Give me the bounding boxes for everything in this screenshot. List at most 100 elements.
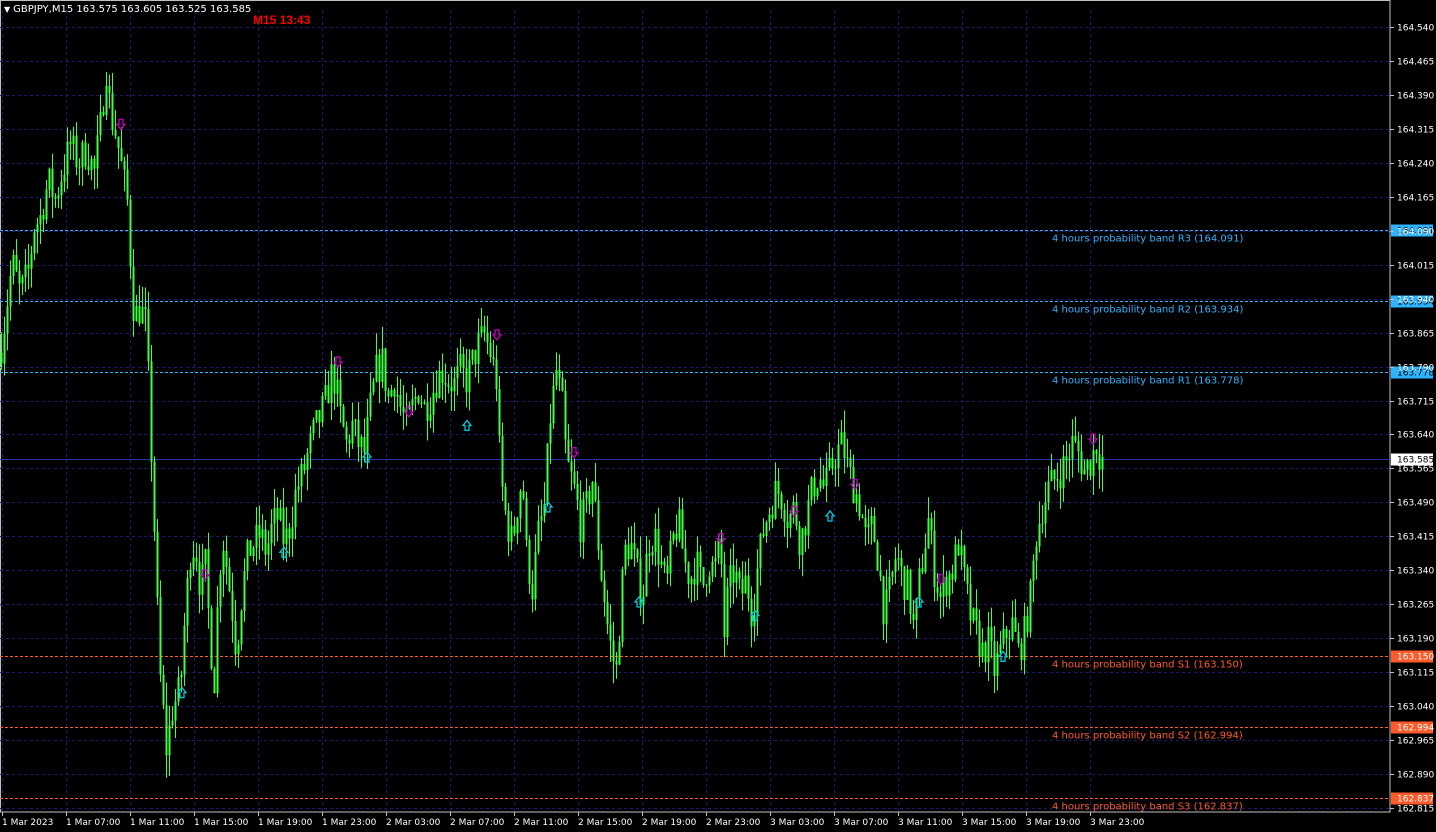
candle-body bbox=[564, 390, 567, 440]
candle-body bbox=[579, 499, 582, 543]
candle-body bbox=[15, 254, 18, 271]
time-tick-label: 3 Mar 03:00 bbox=[770, 818, 825, 828]
candle-body bbox=[435, 392, 438, 398]
price-chart[interactable]: 4 hours probability band R3 (164.091) 164… bbox=[0, 0, 1436, 832]
candle-body bbox=[1047, 481, 1050, 503]
candle-body bbox=[615, 661, 618, 665]
candle-body bbox=[351, 420, 354, 444]
candle-body bbox=[1035, 546, 1038, 561]
candle-body bbox=[348, 439, 351, 444]
candle-body bbox=[666, 565, 669, 574]
candle-body bbox=[93, 158, 96, 169]
price-axis: 164.540 164.465 164.390 164.315 164.240 164.1… bbox=[1390, 24, 1434, 815]
candle-body bbox=[759, 534, 762, 569]
candle-body bbox=[279, 507, 282, 520]
symbol-header: ▼ GBPJPY,M15 163.575 163.605 163.525 163.… bbox=[4, 4, 251, 15]
candle-body bbox=[45, 189, 48, 220]
probability-band-label: 4 hours probability band S1 (163.150) bbox=[1052, 660, 1243, 671]
candle-body bbox=[273, 508, 276, 524]
time-tick-label: 3 Mar 07:00 bbox=[834, 818, 889, 828]
price-tick-label: 163.640 bbox=[1397, 431, 1434, 441]
candle-body bbox=[750, 598, 753, 627]
candle-body bbox=[672, 533, 675, 541]
candle-body bbox=[96, 135, 99, 169]
candle-body bbox=[324, 385, 327, 396]
candle-body bbox=[390, 389, 393, 397]
candle-body bbox=[921, 568, 924, 572]
candle-body bbox=[849, 457, 852, 468]
candle-body bbox=[153, 461, 156, 532]
candle-body bbox=[138, 305, 141, 324]
time-tick-label: 3 Mar 19:00 bbox=[1026, 818, 1081, 828]
candle-body bbox=[1077, 440, 1080, 452]
candle-body bbox=[36, 224, 39, 233]
candle-body bbox=[1098, 454, 1101, 470]
candle-body bbox=[519, 491, 522, 518]
candle-body bbox=[264, 529, 267, 555]
candle-body bbox=[129, 199, 132, 267]
candle-body bbox=[333, 364, 336, 394]
chart-grid bbox=[0, 0, 1391, 813]
candle-body bbox=[702, 567, 705, 586]
candle-body bbox=[819, 479, 822, 489]
candle-body bbox=[369, 392, 372, 417]
candle-body bbox=[315, 410, 318, 421]
candle-body bbox=[780, 493, 783, 510]
candle-body bbox=[630, 543, 633, 560]
candle-body bbox=[1086, 460, 1089, 470]
candle-body bbox=[300, 463, 303, 487]
candle-timer: M15 13:43 bbox=[253, 13, 311, 27]
candle-body bbox=[675, 533, 678, 540]
candle-body bbox=[228, 567, 231, 592]
candle-body bbox=[297, 486, 300, 490]
time-tick-label: 2 Mar 11:00 bbox=[514, 818, 569, 828]
candle-body bbox=[906, 569, 909, 600]
candle-body bbox=[594, 482, 597, 501]
candle-body bbox=[507, 510, 510, 542]
candle-body bbox=[147, 308, 150, 362]
candle-body bbox=[651, 552, 654, 556]
candle-body bbox=[786, 521, 789, 529]
candle-body bbox=[420, 402, 423, 404]
candle-body bbox=[690, 578, 693, 584]
candle-body bbox=[669, 540, 672, 574]
candle-body bbox=[693, 578, 696, 585]
candle-body bbox=[453, 378, 456, 392]
candle-body bbox=[33, 232, 36, 254]
candle-body bbox=[330, 364, 333, 404]
candle-body bbox=[210, 608, 213, 669]
candle-body bbox=[225, 550, 228, 568]
candle-body bbox=[987, 626, 990, 663]
candle-body bbox=[510, 525, 513, 542]
time-tick-label: 1 Mar 23:00 bbox=[322, 818, 377, 828]
price-tick-label: 163.490 bbox=[1397, 499, 1434, 509]
candle-body bbox=[975, 608, 978, 621]
candle-body bbox=[231, 591, 234, 621]
candle-body bbox=[18, 270, 21, 284]
candle-body bbox=[252, 547, 255, 556]
candle-body bbox=[240, 610, 243, 645]
candle-body bbox=[162, 674, 165, 705]
probability-band-label: 4 hours probability band R1 (163.778) bbox=[1052, 376, 1243, 387]
candle-body bbox=[1095, 450, 1098, 455]
candle-body bbox=[882, 576, 885, 625]
candle-body bbox=[933, 530, 936, 588]
candle-body bbox=[204, 549, 207, 565]
candle-body bbox=[606, 602, 609, 625]
time-tick-label: 2 Mar 23:00 bbox=[706, 818, 761, 828]
price-tick-label: 164.315 bbox=[1397, 126, 1434, 136]
candle-body bbox=[447, 384, 450, 387]
candle-body bbox=[318, 410, 321, 423]
candle-body bbox=[159, 597, 162, 675]
collapse-triangle-icon[interactable]: ▼ bbox=[4, 5, 10, 14]
candle-body bbox=[852, 467, 855, 504]
candle-body bbox=[12, 254, 15, 276]
candle-body bbox=[108, 85, 111, 93]
candle-body bbox=[258, 524, 261, 538]
band-price-tag-label: 162.994 bbox=[1397, 724, 1434, 734]
time-axis: 1 Mar 2023 1 Mar 07:00 1 Mar 11:00 1 Mar 15… bbox=[2, 812, 1145, 828]
candle-body bbox=[483, 326, 486, 333]
candle-body bbox=[57, 195, 60, 199]
candle-body bbox=[75, 135, 78, 168]
candle-body bbox=[255, 524, 258, 548]
